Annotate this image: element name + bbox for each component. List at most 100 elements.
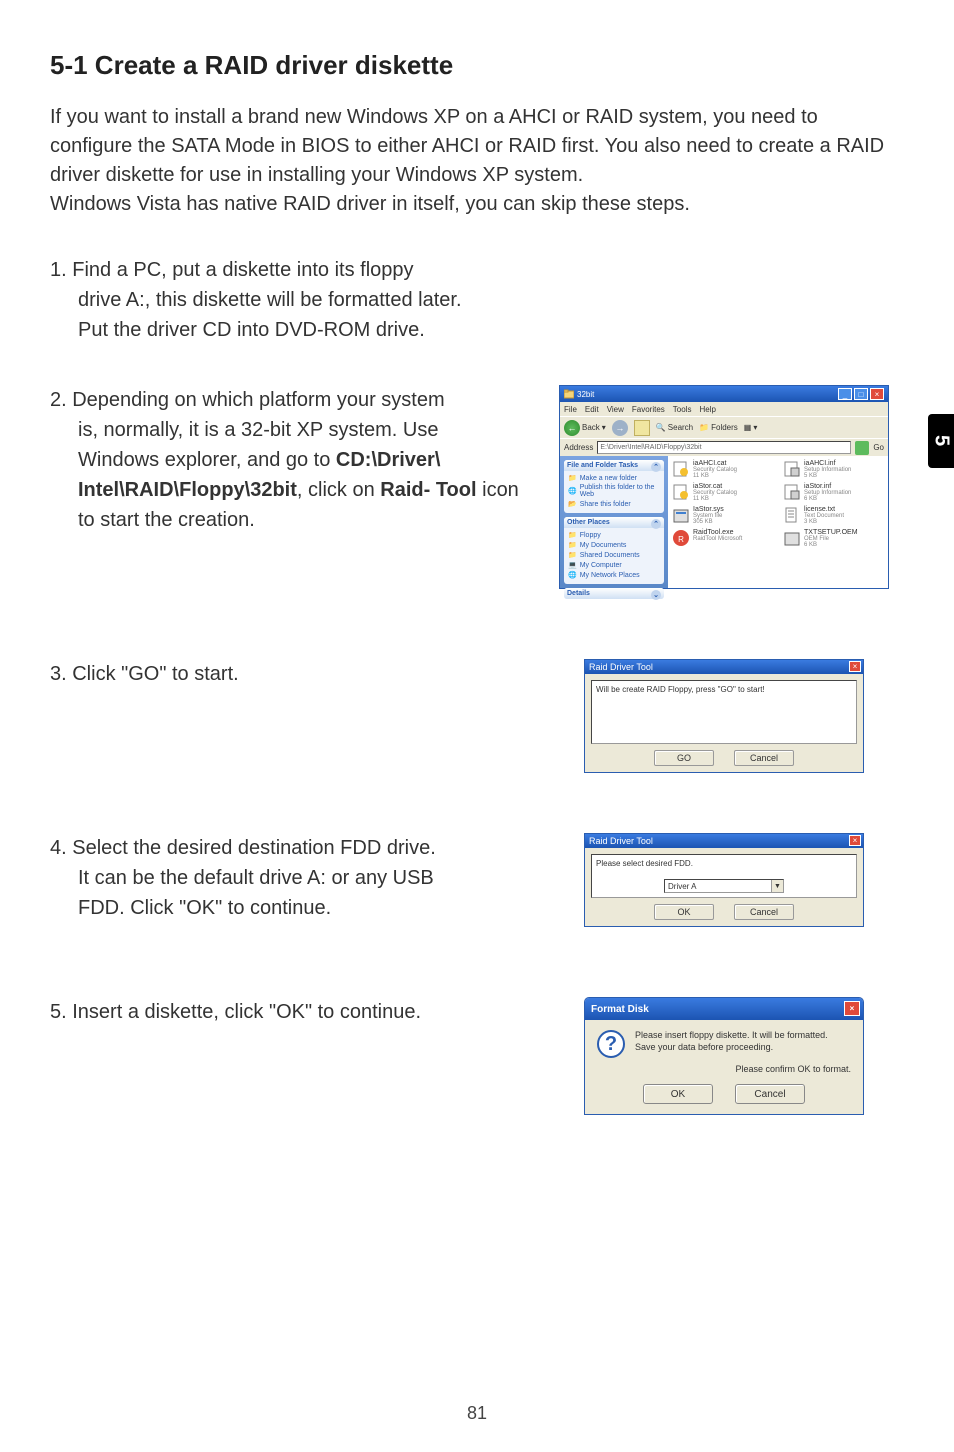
raidtool-go-message: Will be create RAID Floppy, press "GO" t…	[591, 680, 857, 744]
menu-file[interactable]: File	[564, 405, 577, 414]
maximize-button[interactable]: □	[854, 388, 868, 400]
close-button[interactable]: ×	[849, 835, 861, 846]
address-input[interactable]: E:\Driver\Intel\RAID\Floppy\32bit	[597, 441, 851, 454]
task-publish[interactable]: 🌐Publish this folder to the Web	[568, 483, 660, 499]
task-share[interactable]: 📂Share this folder	[568, 499, 660, 509]
computer-icon: 💻	[568, 561, 577, 569]
step-5-image-area: Format Disk × ? Please insert floppy dis…	[544, 997, 904, 1115]
chevron-down-icon[interactable]: ▼	[771, 880, 783, 892]
file-icon	[672, 483, 690, 501]
explorer-files-area: iaAHCI.catSecurity Catalog11 KB iaAHCI.in…	[668, 456, 888, 588]
step-2-image-area: 32bit _ □ × File Edit View Favorites Too…	[544, 385, 904, 589]
file-item[interactable]: license.txtText Document3 KB	[783, 506, 884, 525]
views-button[interactable]: ▦▾	[744, 423, 758, 432]
place-floppy[interactable]: 📁Floppy	[568, 530, 660, 540]
explorer-window: 32bit _ □ × File Edit View Favorites Too…	[559, 385, 889, 589]
section-heading: 5-1 Create a RAID driver diskette	[50, 50, 904, 81]
search-icon: 🔍	[656, 423, 666, 432]
step-1: 1. Find a PC, put a diskette into its fl…	[50, 255, 904, 345]
raidtool-fdd-message: Please select desired FDD. Driver A ▼	[591, 854, 857, 898]
file-icon	[783, 460, 801, 478]
explorer-titlebar[interactable]: 32bit _ □ ×	[560, 386, 888, 402]
dialog-title: Raid Driver Tool	[589, 836, 653, 846]
folders-button[interactable]: 📁Folders	[699, 423, 738, 432]
folder-icon: 📁	[568, 531, 577, 539]
close-button[interactable]: ×	[849, 661, 861, 672]
step-4-text: 4. Select the desired destination FDD dr…	[50, 833, 544, 923]
cancel-button[interactable]: Cancel	[734, 904, 794, 920]
globe-icon: 🌐	[568, 487, 577, 495]
back-button[interactable]: ←Back▾	[564, 420, 606, 436]
format-disk-titlebar[interactable]: Format Disk ×	[585, 998, 863, 1020]
minimize-button[interactable]: _	[838, 388, 852, 400]
step-4-image-area: Raid Driver Tool × Please select desired…	[544, 833, 904, 927]
chevron-down-icon[interactable]: ⌄	[651, 590, 661, 600]
explorer-menubar[interactable]: File Edit View Favorites Tools Help	[560, 402, 888, 416]
explorer-sidebar: File and Folder Tasks⌃ 📁Make a new folde…	[560, 456, 668, 588]
chapter-tab: 5	[928, 414, 954, 468]
raidtool-go-dialog: Raid Driver Tool × Will be create RAID F…	[584, 659, 864, 773]
panel-title-places[interactable]: Other Places⌃	[564, 517, 664, 528]
sidebar-panel-details: Details⌄	[564, 588, 664, 599]
file-icon: R	[672, 529, 690, 547]
dialog-title: Raid Driver Tool	[589, 662, 653, 672]
place-shared[interactable]: 📁Shared Documents	[568, 550, 660, 560]
folder-icon: 📁	[568, 551, 577, 559]
sidebar-panel-tasks: File and Folder Tasks⌃ 📁Make a new folde…	[564, 460, 664, 513]
chevron-up-icon[interactable]: ⌃	[651, 519, 661, 529]
file-item[interactable]: iaAHCI.catSecurity Catalog11 KB	[672, 460, 773, 479]
step-5: 5. Insert a diskette, click "OK" to cont…	[50, 997, 904, 1115]
chevron-down-icon: ▾	[602, 423, 606, 432]
file-item[interactable]: iaAHCI.infSetup Information5 KB	[783, 460, 884, 479]
folder-icon	[564, 389, 574, 399]
menu-help[interactable]: Help	[699, 405, 715, 414]
menu-favorites[interactable]: Favorites	[632, 405, 665, 414]
menu-edit[interactable]: Edit	[585, 405, 599, 414]
file-item[interactable]: iaStor.catSecurity Catalog11 KB	[672, 483, 773, 502]
step-2-text: 2. Depending on which platform your syst…	[50, 385, 544, 535]
raidtool-fdd-titlebar[interactable]: Raid Driver Tool ×	[585, 834, 863, 848]
step-3: 3. Click "GO" to start. Raid Driver Tool…	[50, 659, 904, 773]
go-button[interactable]	[855, 441, 869, 455]
panel-title-details[interactable]: Details⌄	[564, 588, 664, 599]
ok-button[interactable]: OK	[643, 1084, 713, 1104]
format-disk-message: Please insert floppy diskette. It will b…	[635, 1030, 851, 1053]
explorer-addressbar: Address E:\Driver\Intel\RAID\Floppy\32bi…	[560, 438, 888, 456]
ok-button[interactable]: OK	[654, 904, 714, 920]
forward-button[interactable]: →	[612, 420, 628, 436]
format-disk-dialog: Format Disk × ? Please insert floppy dis…	[584, 997, 864, 1115]
network-icon: 🌐	[568, 571, 577, 579]
file-icon	[783, 506, 801, 524]
raidtool-fdd-dialog: Raid Driver Tool × Please select desired…	[584, 833, 864, 927]
place-network[interactable]: 🌐My Network Places	[568, 570, 660, 580]
format-disk-confirm: Please confirm OK to format.	[597, 1064, 851, 1074]
close-button[interactable]: ×	[870, 388, 884, 400]
file-item[interactable]: RRaidTool.exeRaidTool Microsoft	[672, 529, 773, 548]
file-item[interactable]: iaStor.infSetup Information6 KB	[783, 483, 884, 502]
cancel-button[interactable]: Cancel	[734, 750, 794, 766]
panel-title-tasks[interactable]: File and Folder Tasks⌃	[564, 460, 664, 471]
search-button[interactable]: 🔍Search	[656, 423, 693, 432]
chevron-up-icon[interactable]: ⌃	[651, 462, 661, 472]
raidtool-go-titlebar[interactable]: Raid Driver Tool ×	[585, 660, 863, 674]
task-new-folder[interactable]: 📁Make a new folder	[568, 473, 660, 483]
up-button[interactable]	[634, 420, 650, 436]
fdd-combo[interactable]: Driver A ▼	[664, 879, 784, 893]
go-button[interactable]: GO	[654, 750, 714, 766]
step-1-text: 1. Find a PC, put a diskette into its fl…	[50, 255, 544, 345]
step-3-image-area: Raid Driver Tool × Will be create RAID F…	[544, 659, 904, 773]
place-mydocs[interactable]: 📁My Documents	[568, 540, 660, 550]
file-item[interactable]: TXTSETUP.OEMOEM File6 KB	[783, 529, 884, 548]
step-2: 2. Depending on which platform your syst…	[50, 385, 904, 589]
menu-view[interactable]: View	[607, 405, 624, 414]
cancel-button[interactable]: Cancel	[735, 1084, 805, 1104]
dialog-title: Format Disk	[591, 1004, 649, 1015]
explorer-toolbar: ←Back▾ → 🔍Search 📁Folders ▦▾	[560, 416, 888, 438]
place-mycomputer[interactable]: 💻My Computer	[568, 560, 660, 570]
file-item[interactable]: IaStor.sysSystem file305 KB	[672, 506, 773, 525]
page-number: 81	[467, 1403, 487, 1424]
raidtool-go-body: Will be create RAID Floppy, press "GO" t…	[585, 674, 863, 772]
menu-tools[interactable]: Tools	[673, 405, 692, 414]
views-icon: ▦	[744, 423, 752, 432]
close-button[interactable]: ×	[844, 1001, 860, 1016]
